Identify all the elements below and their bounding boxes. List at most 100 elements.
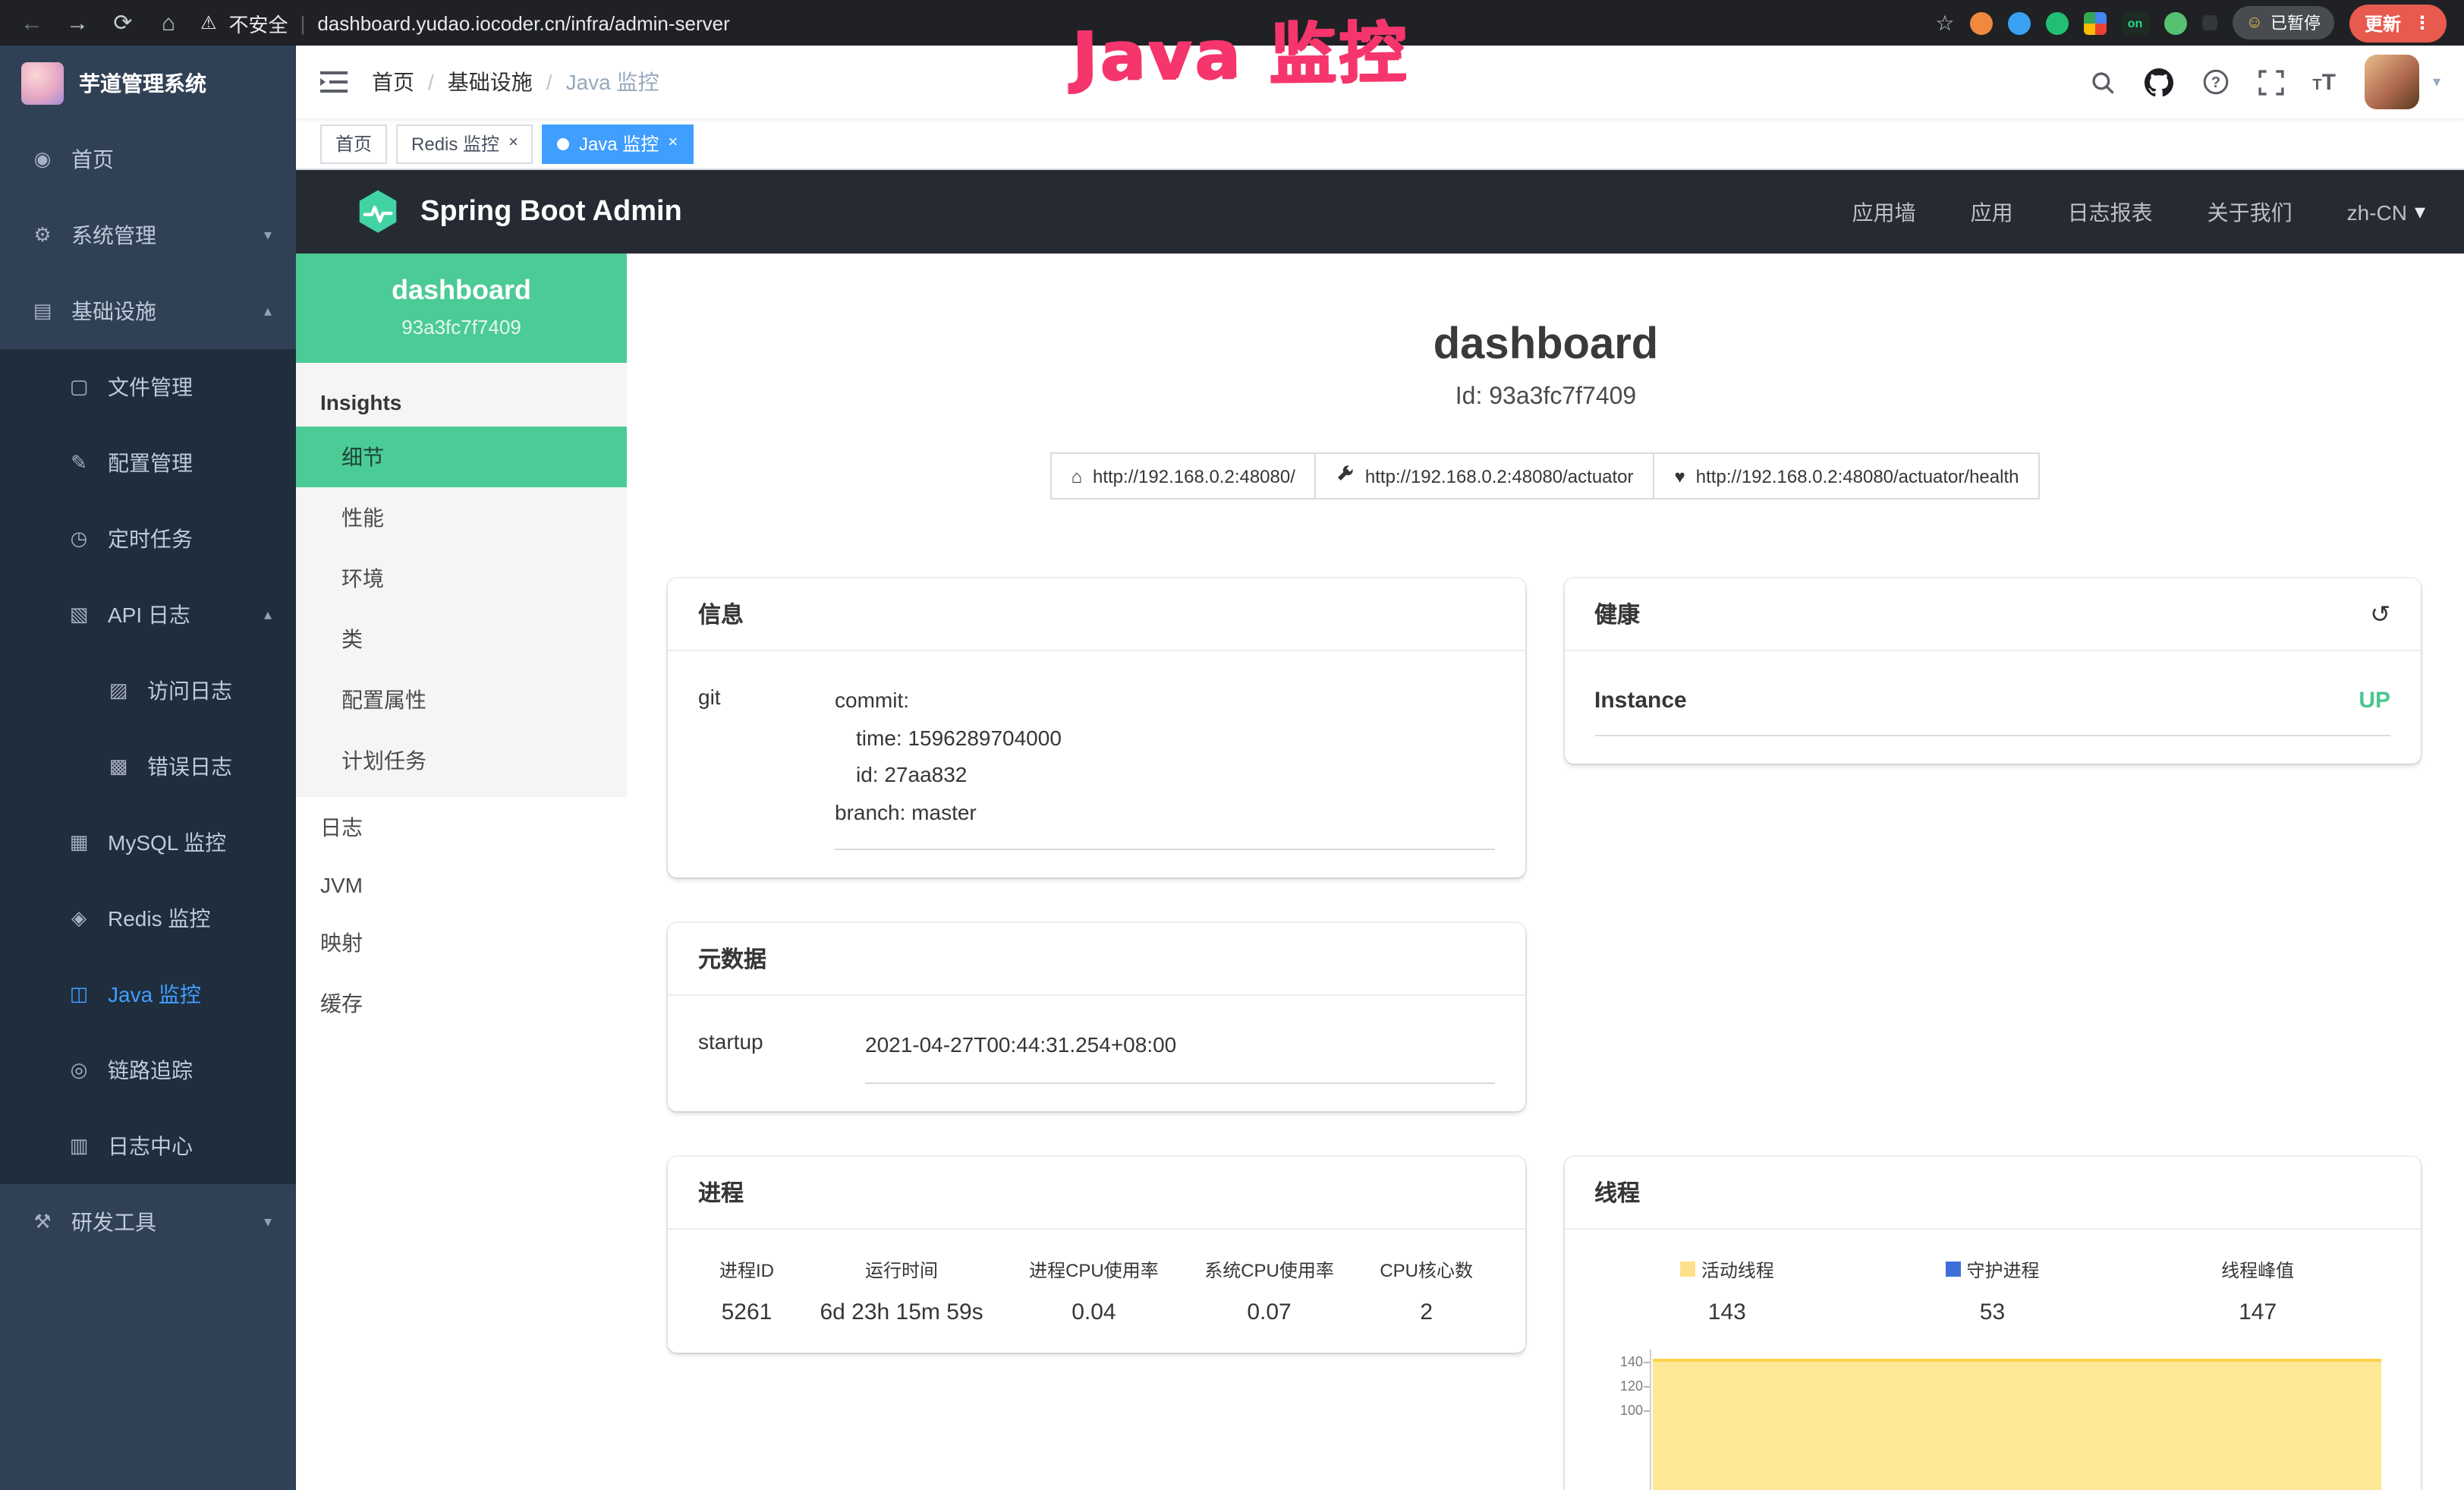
- sba-item-env[interactable]: 环境: [296, 548, 627, 609]
- instance-link-health[interactable]: ♥ http://192.168.0.2:48080/actuator/heal…: [1654, 452, 2041, 499]
- extension-icon-fox[interactable]: [1970, 11, 1993, 34]
- tab-java-monitor[interactable]: Java 监控 ×: [543, 124, 693, 163]
- process-card-title: 进程: [698, 1176, 744, 1208]
- tab-redis-monitor[interactable]: Redis 监控 ×: [396, 124, 533, 163]
- chevron-down-icon[interactable]: ▾: [2433, 74, 2440, 90]
- warning-icon: ⚠: [200, 12, 217, 33]
- help-icon[interactable]: ?: [2201, 68, 2229, 96]
- sba-item-caches[interactable]: 缓存: [296, 973, 627, 1034]
- sidebar-item-access-log[interactable]: ▨ 访问日志: [0, 653, 296, 729]
- breadcrumb-home[interactable]: 首页: [372, 67, 414, 97]
- bookmark-star-icon[interactable]: ☆: [1935, 10, 1954, 36]
- y-axis-ticks: 140 120 100: [1594, 1349, 1649, 1490]
- instance-link-home[interactable]: ⌂ http://192.168.0.2:48080/: [1050, 452, 1317, 499]
- hamburger-icon[interactable]: [320, 71, 348, 93]
- health-instance-label: Instance: [1594, 688, 1687, 713]
- sidebar-item-tracing[interactable]: ◎ 链路追踪: [0, 1032, 296, 1108]
- process-col-value: 0.04: [1029, 1299, 1159, 1325]
- legend-value: 143: [1594, 1299, 1860, 1325]
- sidebar-item-mysql-monitor[interactable]: ▦ MySQL 监控: [0, 805, 296, 880]
- extension-icon-dark[interactable]: [2202, 15, 2217, 30]
- sidebar-item-system[interactable]: ⚙ 系统管理 ▾: [0, 197, 296, 273]
- history-icon[interactable]: ↺: [2370, 599, 2390, 629]
- sidebar-item-scheduled-jobs[interactable]: ◷ 定时任务: [0, 501, 296, 577]
- sidebar-item-java-monitor[interactable]: ◫ Java 监控: [0, 956, 296, 1032]
- sba-item-metrics[interactable]: 性能: [296, 487, 627, 548]
- sidebar-item-label: 配置管理: [108, 448, 193, 478]
- sidebar-item-home[interactable]: ◉ 首页: [0, 121, 296, 197]
- address-bar[interactable]: ⚠ 不安全 | dashboard.yudao.iocoder.cn/infra…: [200, 8, 730, 37]
- app-title: 芋道管理系统: [79, 68, 206, 99]
- sidebar-item-label: Redis 监控: [108, 903, 210, 934]
- file-icon: ▢: [67, 375, 91, 399]
- close-icon[interactable]: ×: [668, 135, 678, 152]
- sidebar-item-log-center[interactable]: ▥ 日志中心: [0, 1108, 296, 1184]
- reload-icon[interactable]: ⟳: [109, 9, 137, 36]
- sidebar-item-file-manage[interactable]: ▢ 文件管理: [0, 349, 296, 425]
- sba-brand-title[interactable]: Spring Boot Admin: [420, 195, 682, 228]
- process-col-value: 0.07: [1204, 1299, 1334, 1325]
- extension-icon-on-badge[interactable]: on: [2122, 11, 2149, 34]
- sidebar-item-dev-tools[interactable]: ⚒ 研发工具 ▾: [0, 1184, 296, 1260]
- app-logo[interactable]: 芋道管理系统: [0, 46, 296, 121]
- threads-card-title: 线程: [1594, 1176, 1640, 1208]
- chevron-up-icon: ▴: [264, 303, 272, 320]
- close-icon[interactable]: ×: [508, 135, 518, 152]
- info-key: git: [698, 682, 835, 850]
- instance-link-actuator[interactable]: http://192.168.0.2:48080/actuator: [1315, 452, 1655, 499]
- info-card: 信息 git commit: time: 1596289704000 id: 2: [668, 578, 1525, 877]
- health-row-instance[interactable]: Instance UP: [1594, 676, 2390, 736]
- sidebar-item-infra[interactable]: ▤ 基础设施 ▴: [0, 273, 296, 349]
- sba-nav-applications[interactable]: 应用: [1971, 197, 2013, 227]
- paused-badge[interactable]: ☺ 已暂停: [2233, 6, 2334, 39]
- sba-item-jvm[interactable]: JVM: [296, 858, 627, 912]
- breadcrumb-section[interactable]: 基础设施: [448, 67, 533, 97]
- extension-icon-leaf[interactable]: [2164, 11, 2187, 34]
- sidebar-item-label: MySQL 监控: [108, 827, 226, 858]
- extension-icon-drop[interactable]: [2008, 11, 2031, 34]
- sba-item-scheduled[interactable]: 计划任务: [296, 730, 627, 791]
- page-subtitle: Id: 93a3fc7f7409: [627, 384, 2464, 411]
- metadata-key: startup: [698, 1026, 865, 1083]
- home-icon[interactable]: ⌂: [155, 10, 182, 36]
- sba-item-configprops[interactable]: 配置属性: [296, 669, 627, 730]
- metadata-card-header: 元数据: [668, 923, 1525, 996]
- sba-logo-icon[interactable]: [354, 187, 402, 236]
- sba-nav-wallboard[interactable]: 应用墙: [1852, 197, 1916, 227]
- edit-icon: ✎: [67, 451, 91, 475]
- sidebar-item-config-manage[interactable]: ✎ 配置管理: [0, 425, 296, 501]
- sidebar-item-error-log[interactable]: ▩ 错误日志: [0, 729, 296, 805]
- github-icon[interactable]: [2144, 68, 2173, 96]
- app-shell: 芋道管理系统 ◉ 首页 ⚙ 系统管理 ▾ ▤ 基础设施 ▴ ▢ 文件管理: [0, 46, 2464, 1490]
- search-icon[interactable]: [2089, 69, 2115, 95]
- metadata-card: 元数据 startup 2021-04-27T00:44:31.254+08:0…: [668, 923, 1525, 1110]
- sba-item-beans[interactable]: 类: [296, 609, 627, 669]
- error-log-icon: ▩: [106, 754, 131, 779]
- profile-avatar[interactable]: [2365, 55, 2419, 109]
- git-time-line: time: 1596289704000: [835, 719, 1494, 756]
- kebab-menu-icon[interactable]: ⋮: [2413, 12, 2431, 33]
- sba-item-mappings[interactable]: 映射: [296, 912, 627, 973]
- update-button[interactable]: 更新 ⋮: [2349, 4, 2447, 42]
- gear-icon: ⚙: [30, 223, 55, 247]
- extension-icon-green[interactable]: [2046, 11, 2069, 34]
- sba-item-logs[interactable]: 日志: [296, 797, 627, 858]
- sba-nav-about[interactable]: 关于我们: [2208, 197, 2292, 227]
- sba-item-details[interactable]: 细节: [296, 427, 627, 487]
- link-url: http://192.168.0.2:48080/actuator/health: [1696, 465, 2019, 487]
- tab-home[interactable]: 首页: [320, 124, 387, 163]
- extension-icon-grid[interactable]: [2084, 11, 2107, 34]
- sba-instance-block[interactable]: dashboard 93a3fc7f7409: [296, 254, 627, 363]
- forward-icon[interactable]: →: [64, 10, 91, 36]
- fullscreen-icon[interactable]: [2258, 69, 2283, 95]
- sba-nav-journal[interactable]: 日志报表: [2068, 197, 2153, 227]
- sidebar-item-redis-monitor[interactable]: ◈ Redis 监控: [0, 880, 296, 956]
- sidebar-item-api-log[interactable]: ▧ API 日志 ▴: [0, 577, 296, 653]
- threads-card-body: 活动线程 143 守护进程: [1564, 1229, 2421, 1490]
- breadcrumb-separator: /: [428, 70, 434, 94]
- font-size-icon[interactable]: TT: [2312, 69, 2336, 95]
- chevron-down-icon: ▾: [2415, 199, 2425, 225]
- sba-locale-select[interactable]: zh-CN ▾: [2347, 199, 2425, 225]
- back-icon[interactable]: ←: [18, 10, 46, 36]
- git-branch-line: branch: master: [835, 793, 1494, 830]
